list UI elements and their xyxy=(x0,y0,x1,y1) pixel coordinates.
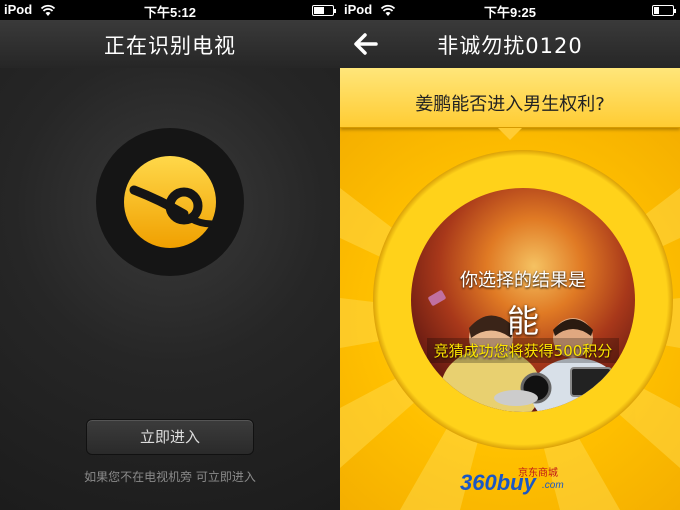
banner-pointer xyxy=(498,128,522,140)
battery-icon xyxy=(652,5,676,16)
sponsor-com: .com xyxy=(542,480,564,491)
question-banner: 姜鹏能否进入男生权利? xyxy=(340,68,680,128)
sponsor-cn: 京东商城 xyxy=(518,468,558,479)
result-value: 能 xyxy=(506,302,539,340)
status-bar: iPod 下午5:12 xyxy=(0,0,340,20)
battery-icon xyxy=(312,5,336,16)
clock: 下午5:12 xyxy=(143,5,197,20)
sponsor-logo: 360buy 京东商城 .com xyxy=(460,468,570,498)
result-medallion: 你选择的结果是 能 竞猜成功您将获得500积分 xyxy=(373,150,673,450)
nav-bar: 非诚勿扰0120 xyxy=(340,20,680,68)
app-logo-icon xyxy=(96,128,244,276)
question-text: 姜鹏能否进入男生权利? xyxy=(415,94,605,115)
enter-now-button[interactable]: 立即进入 xyxy=(86,419,254,455)
reward-text: 竞猜成功您将获得500积分 xyxy=(427,338,619,363)
quiz-body: 姜鹏能否进入男生权利? 你选择的结果是 能 竞猜成功您将获得500积分 360b… xyxy=(340,68,680,510)
nav-bar: 正在识别电视 xyxy=(0,20,340,68)
hint-text: 如果您不在电视机旁 可立即进入 xyxy=(84,470,256,484)
sponsor-main: 360 xyxy=(460,470,497,495)
quiz-result-screen: iPod 下午9:25 非诚勿扰0120 姜鹏能否进入男生权利? 你选择的结果是… xyxy=(340,0,680,510)
status-bar: iPod 下午9:25 xyxy=(340,0,680,20)
contestant-photo: 你选择的结果是 能 竞猜成功您将获得500积分 xyxy=(411,188,635,412)
page-title: 非诚勿扰0120 xyxy=(437,34,583,58)
clock: 下午9:25 xyxy=(483,5,537,20)
page-title: 正在识别电视 xyxy=(104,34,236,58)
tv-detect-screen: iPod 下午5:12 正在识别电视 立即进入 如果您不在电视机旁 可立即进入 xyxy=(0,0,340,510)
result-label: 你选择的结果是 xyxy=(460,270,586,291)
